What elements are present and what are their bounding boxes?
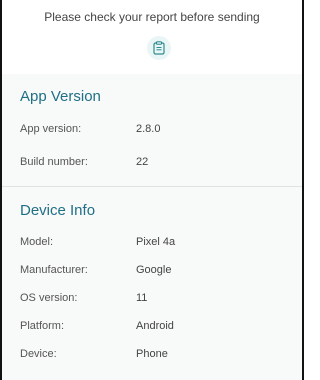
- row-value: Google: [136, 264, 172, 276]
- row-value: 11: [136, 292, 148, 304]
- row-label: OS version:: [20, 292, 78, 304]
- row-value: Pixel 4a: [136, 236, 176, 248]
- row-label: Manufacturer:: [20, 264, 88, 276]
- manufacturer-row: Manufacturer: Google: [20, 264, 290, 282]
- os-version-row: OS version: 11: [20, 292, 290, 310]
- clipboard-icon: [153, 41, 165, 55]
- model-row: Model: Pixel 4a: [20, 236, 290, 254]
- clipboard-button[interactable]: [147, 36, 171, 60]
- report-note: Please check your report before sending: [44, 10, 260, 24]
- row-value: 2.8.0: [136, 123, 161, 135]
- row-value: Android: [136, 320, 174, 332]
- build-number-row: Build number: 22: [20, 156, 290, 174]
- row-label: Model:: [20, 236, 54, 248]
- device-info-title: Device Info: [20, 202, 96, 219]
- row-value: 22: [136, 156, 149, 168]
- row-label: Platform:: [20, 320, 65, 332]
- row-value: Phone: [136, 348, 168, 360]
- row-label: Build number:: [20, 156, 88, 168]
- row-label: Device:: [20, 348, 57, 360]
- app-version-title: App Version: [20, 88, 101, 105]
- platform-row: Platform: Android: [20, 320, 290, 338]
- report-header: Please check your report before sending: [2, 0, 302, 74]
- row-label: App version:: [20, 123, 82, 135]
- device-row: Device: Phone: [20, 348, 290, 366]
- app-version-row: App version: 2.8.0: [20, 123, 290, 141]
